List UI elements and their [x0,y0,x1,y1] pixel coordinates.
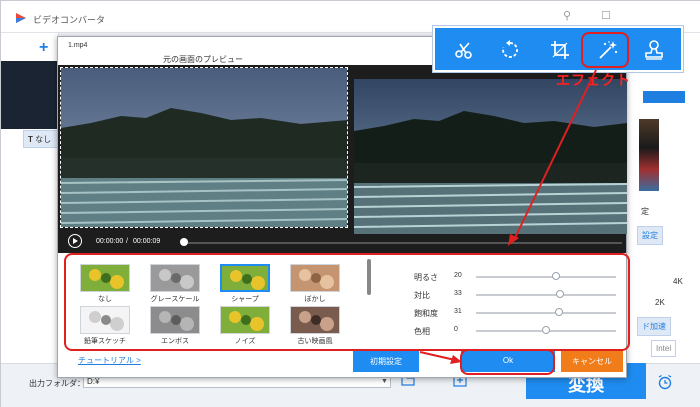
tutorial-link[interactable]: チュートリアル > [78,355,141,366]
watermark-icon[interactable] [643,39,665,61]
output-folder-label: 出力フォルダ： [29,379,85,388]
file-thumbnail [1,61,59,129]
play-button[interactable] [68,234,82,248]
alarm-clock-icon[interactable] [657,374,673,390]
app-logo-icon [16,13,26,23]
help-icon[interactable]: ⚲ [563,9,571,22]
subtitle-tag-label: なし [35,135,52,144]
settings-panel [626,33,700,363]
cut-icon[interactable] [453,39,475,61]
app-title: ビデオコンバータ [33,15,106,25]
chevron-down-icon[interactable]: ▼ [381,378,388,385]
dialog-file-title: 1.mp4 [68,42,88,49]
effect-preview [354,79,627,234]
reset-button[interactable]: 初期設定 [353,350,419,372]
menu-icon[interactable]: ☐ [601,9,611,22]
resolution-4k: 4K [673,277,683,286]
crop-icon[interactable] [549,39,571,61]
hw-accel-button[interactable]: ド加速 [637,317,671,336]
seek-handle[interactable] [180,238,188,246]
effects-highlight-ring [64,253,630,351]
settings-button[interactable]: 設定 [637,226,663,245]
settings-item: 定 [641,207,649,216]
effect-annotation-label: エフェクト [556,72,631,88]
resolution-2k: 2K [655,298,665,307]
original-preview-label: 元の画面のプレビュー [163,55,243,64]
add-file-icon[interactable]: + [39,39,48,57]
subtitle-tag[interactable]: T なし [23,130,59,148]
intel-toggle[interactable]: Intel [651,340,677,357]
current-time: 00:00:00 [96,238,124,245]
format-selector[interactable] [643,91,685,103]
time-separator: / [126,238,128,245]
ok-highlight-ring [460,349,555,375]
rotate-icon[interactable] [499,39,521,61]
original-preview [60,67,348,228]
effect-highlight-ring [581,32,629,68]
cancel-button[interactable]: キャンセル [561,350,623,372]
total-time: 00:00:09 [133,238,161,245]
format-thumbnail [639,119,659,191]
seek-bar[interactable] [182,242,622,244]
edit-toolbar [433,26,683,72]
